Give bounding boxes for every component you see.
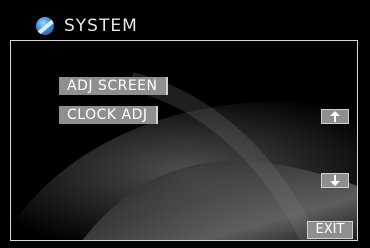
system-screen: SYSTEM ADJ SCREEN CLOCK ADJ EXIT — [0, 0, 370, 248]
adj-screen-button[interactable]: ADJ SCREEN — [59, 77, 168, 95]
menu-panel: ADJ SCREEN CLOCK ADJ EXIT — [10, 40, 358, 241]
arrow-up-icon — [330, 111, 340, 122]
clock-adj-button[interactable]: CLOCK ADJ — [59, 106, 158, 124]
scroll-up-button[interactable] — [321, 109, 349, 124]
exit-button[interactable]: EXIT — [307, 221, 353, 239]
scroll-down-button[interactable] — [321, 173, 349, 188]
logo-icon — [36, 17, 54, 35]
page-title: SYSTEM — [64, 16, 138, 36]
panel-background-swoosh — [11, 72, 357, 240]
header: SYSTEM — [36, 13, 138, 39]
arrow-down-icon — [330, 175, 340, 186]
